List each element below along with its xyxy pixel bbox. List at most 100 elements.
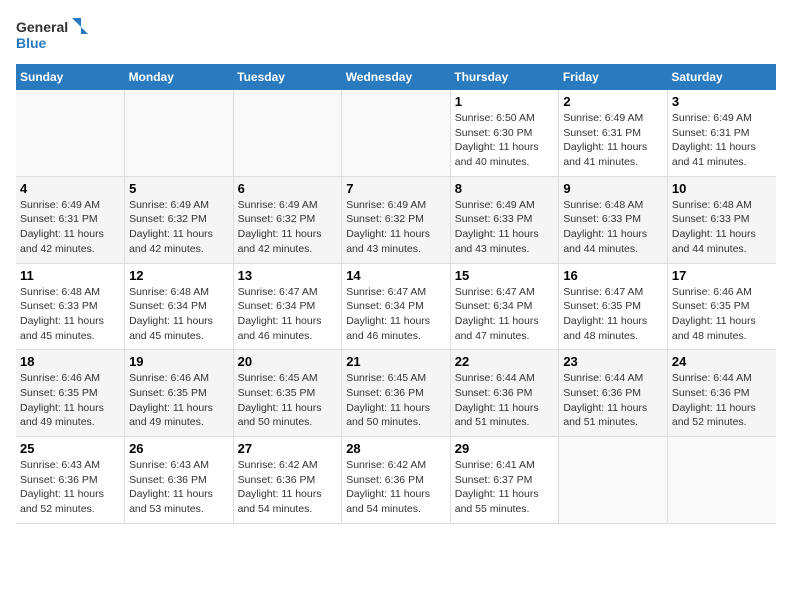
logo: GeneralBlue [16,16,96,56]
calendar-cell: 1 Sunrise: 6:50 AM Sunset: 6:30 PM Daylig… [450,90,559,176]
day-info: Sunrise: 6:46 AM Sunset: 6:35 PM Dayligh… [129,371,229,430]
calendar-cell [125,90,234,176]
day-number: 21 [346,354,446,369]
calendar-week-row: 11 Sunrise: 6:48 AM Sunset: 6:33 PM Dayli… [16,263,776,350]
day-number: 29 [455,441,555,456]
calendar-cell: 17Sunrise: 6:46 AM Sunset: 6:35 PM Dayli… [667,263,776,350]
day-info: Sunrise: 6:43 AM Sunset: 6:36 PM Dayligh… [129,458,229,517]
day-info: Sunrise: 6:45 AM Sunset: 6:36 PM Dayligh… [346,371,446,430]
calendar-cell: 4 Sunrise: 6:49 AM Sunset: 6:31 PM Daylig… [16,176,125,263]
day-number: 15 [455,268,555,283]
day-header-friday: Friday [559,64,668,90]
calendar-cell: 2Sunrise: 6:49 AM Sunset: 6:31 PM Daylig… [559,90,668,176]
calendar-cell [667,437,776,524]
calendar-cell: 13 Sunrise: 6:47 AM Sunset: 6:34 PM Dayli… [233,263,342,350]
day-number: 7 [346,181,446,196]
day-number: 23 [563,354,663,369]
day-header-wednesday: Wednesday [342,64,451,90]
calendar-cell [16,90,125,176]
day-info: Sunrise: 6:49 AM Sunset: 6:32 PM Dayligh… [129,198,229,257]
day-number: 10 [672,181,772,196]
calendar-cell: 18Sunrise: 6:46 AM Sunset: 6:35 PM Dayli… [16,350,125,437]
calendar-cell: 29 Sunrise: 6:41 AM Sunset: 6:37 PM Dayli… [450,437,559,524]
calendar-cell: 25 Sunrise: 6:43 AM Sunset: 6:36 PM Dayli… [16,437,125,524]
day-info: Sunrise: 6:47 AM Sunset: 6:34 PM Dayligh… [346,285,446,344]
calendar-cell [559,437,668,524]
day-info: Sunrise: 6:44 AM Sunset: 6:36 PM Dayligh… [455,371,555,430]
day-header-sunday: Sunday [16,64,125,90]
calendar-table: SundayMondayTuesdayWednesdayThursdayFrid… [16,64,776,524]
day-number: 11 [20,268,120,283]
calendar-cell: 22 Sunrise: 6:44 AM Sunset: 6:36 PM Dayli… [450,350,559,437]
day-number: 25 [20,441,120,456]
day-number: 28 [346,441,446,456]
calendar-cell: 23 Sunrise: 6:44 AM Sunset: 6:36 PM Dayli… [559,350,668,437]
day-header-thursday: Thursday [450,64,559,90]
days-header-row: SundayMondayTuesdayWednesdayThursdayFrid… [16,64,776,90]
calendar-cell: 10 Sunrise: 6:48 AM Sunset: 6:33 PM Dayli… [667,176,776,263]
day-info: Sunrise: 6:49 AM Sunset: 6:32 PM Dayligh… [238,198,338,257]
calendar-cell: 12 Sunrise: 6:48 AM Sunset: 6:34 PM Dayli… [125,263,234,350]
calendar-cell: 20 Sunrise: 6:45 AM Sunset: 6:35 PM Dayli… [233,350,342,437]
day-header-saturday: Saturday [667,64,776,90]
calendar-week-row: 4 Sunrise: 6:49 AM Sunset: 6:31 PM Daylig… [16,176,776,263]
day-number: 18 [20,354,120,369]
day-info: Sunrise: 6:43 AM Sunset: 6:36 PM Dayligh… [20,458,120,517]
day-number: 14 [346,268,446,283]
day-number: 9 [563,181,663,196]
day-number: 8 [455,181,555,196]
day-number: 3 [672,94,772,109]
calendar-cell: 3 Sunrise: 6:49 AM Sunset: 6:31 PM Daylig… [667,90,776,176]
day-info: Sunrise: 6:48 AM Sunset: 6:34 PM Dayligh… [129,285,229,344]
day-info: Sunrise: 6:44 AM Sunset: 6:36 PM Dayligh… [672,371,772,430]
calendar-cell: 5 Sunrise: 6:49 AM Sunset: 6:32 PM Daylig… [125,176,234,263]
day-number: 26 [129,441,229,456]
day-number: 1 [455,94,555,109]
page-header: GeneralBlue [16,16,776,56]
day-number: 16 [563,268,663,283]
day-number: 20 [238,354,338,369]
day-number: 4 [20,181,120,196]
day-info: Sunrise: 6:42 AM Sunset: 6:36 PM Dayligh… [346,458,446,517]
day-number: 13 [238,268,338,283]
day-info: Sunrise: 6:49 AM Sunset: 6:32 PM Dayligh… [346,198,446,257]
calendar-cell: 26 Sunrise: 6:43 AM Sunset: 6:36 PM Dayli… [125,437,234,524]
day-info: Sunrise: 6:47 AM Sunset: 6:34 PM Dayligh… [238,285,338,344]
logo-icon: GeneralBlue [16,16,96,56]
calendar-cell: 21 Sunrise: 6:45 AM Sunset: 6:36 PM Dayli… [342,350,451,437]
day-number: 19 [129,354,229,369]
calendar-cell: 27Sunrise: 6:42 AM Sunset: 6:36 PM Dayli… [233,437,342,524]
svg-text:Blue: Blue [16,35,47,51]
day-number: 6 [238,181,338,196]
calendar-week-row: 18 Sunrise: 6:46 AM Sunset: 6:35 PM Dayli… [16,350,776,437]
day-info: Sunrise: 6:47 AM Sunset: 6:35 PM Dayligh… [563,285,663,344]
day-header-monday: Monday [125,64,234,90]
day-number: 5 [129,181,229,196]
day-number: 22 [455,354,555,369]
day-info: Sunrise: 6:48 AM Sunset: 6:33 PM Dayligh… [20,285,120,344]
day-info: Sunrise: 6:49 AM Sunset: 6:31 PM Dayligh… [563,111,663,170]
calendar-cell: 24Sunrise: 6:44 AM Sunset: 6:36 PM Dayli… [667,350,776,437]
calendar-cell: 8Sunrise: 6:49 AM Sunset: 6:33 PM Daylig… [450,176,559,263]
calendar-cell: 15 Sunrise: 6:47 AM Sunset: 6:34 PM Dayli… [450,263,559,350]
calendar-cell [342,90,451,176]
calendar-cell: 16 Sunrise: 6:47 AM Sunset: 6:35 PM Dayli… [559,263,668,350]
day-info: Sunrise: 6:44 AM Sunset: 6:36 PM Dayligh… [563,371,663,430]
calendar-cell: 11 Sunrise: 6:48 AM Sunset: 6:33 PM Dayli… [16,263,125,350]
day-info: Sunrise: 6:41 AM Sunset: 6:37 PM Dayligh… [455,458,555,517]
day-info: Sunrise: 6:49 AM Sunset: 6:31 PM Dayligh… [672,111,772,170]
day-info: Sunrise: 6:49 AM Sunset: 6:31 PM Dayligh… [20,198,120,257]
day-number: 12 [129,268,229,283]
calendar-cell: 6 Sunrise: 6:49 AM Sunset: 6:32 PM Daylig… [233,176,342,263]
day-info: Sunrise: 6:45 AM Sunset: 6:35 PM Dayligh… [238,371,338,430]
day-info: Sunrise: 6:50 AM Sunset: 6:30 PM Dayligh… [455,111,555,170]
day-info: Sunrise: 6:46 AM Sunset: 6:35 PM Dayligh… [672,285,772,344]
day-info: Sunrise: 6:47 AM Sunset: 6:34 PM Dayligh… [455,285,555,344]
day-header-tuesday: Tuesday [233,64,342,90]
calendar-cell: 7 Sunrise: 6:49 AM Sunset: 6:32 PM Daylig… [342,176,451,263]
calendar-cell: 14 Sunrise: 6:47 AM Sunset: 6:34 PM Dayli… [342,263,451,350]
day-number: 27 [238,441,338,456]
calendar-week-row: 1 Sunrise: 6:50 AM Sunset: 6:30 PM Daylig… [16,90,776,176]
day-info: Sunrise: 6:48 AM Sunset: 6:33 PM Dayligh… [672,198,772,257]
day-info: Sunrise: 6:48 AM Sunset: 6:33 PM Dayligh… [563,198,663,257]
